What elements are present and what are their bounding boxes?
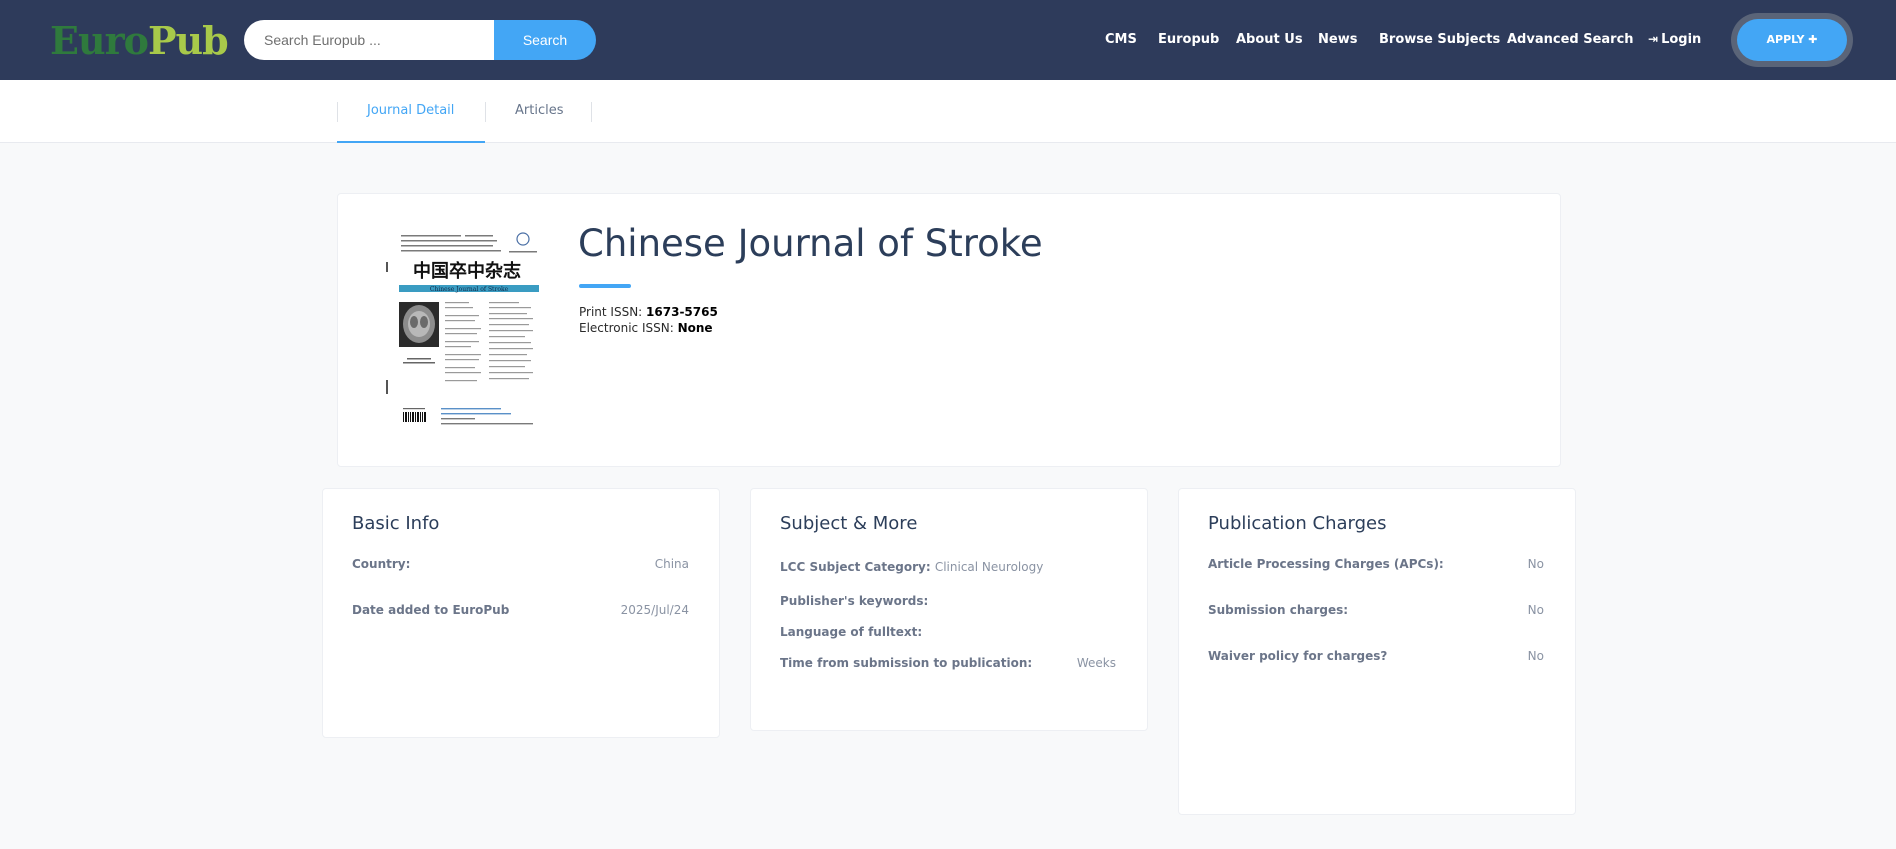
title-underline [579, 284, 631, 288]
submission-time-value: Weeks [1076, 656, 1116, 670]
active-tab-indicator [337, 141, 485, 143]
tab-divider [485, 102, 486, 122]
nav-menu: CMS Europub About Us News Browse Subject… [0, 0, 1896, 80]
tab-divider [591, 102, 592, 122]
lcc-subject-row: LCC Subject Category: Clinical Neurology [780, 560, 1043, 574]
subject-title: Subject & More [780, 513, 918, 534]
submission-charges-label: Submission charges: [1208, 603, 1349, 617]
tab-articles[interactable]: Articles [515, 80, 563, 143]
nav-about-us[interactable]: About Us [1236, 32, 1303, 47]
submission-time-label: Time from submission to publication: [780, 656, 1033, 670]
basic-info-title: Basic Info [352, 513, 440, 534]
lcc-subject-label: LCC Subject Category: [780, 560, 931, 574]
cover-title-cn: 中国卒中杂志 [413, 260, 521, 282]
language-label: Language of fulltext: [780, 625, 923, 639]
apc-label: Article Processing Charges (APCs): [1208, 557, 1444, 571]
nav-cms[interactable]: CMS [1105, 32, 1137, 47]
country-label: Country: [352, 557, 411, 571]
nav-login[interactable]: ⇥ Login [1648, 32, 1701, 47]
tab-journal-detail[interactable]: Journal Detail [367, 80, 454, 143]
print-issn-value: 1673-5765 [646, 305, 718, 319]
apc-value: No [1527, 557, 1544, 571]
journal-tabs: Journal Detail Articles [0, 80, 1896, 143]
print-issn-label: Print ISSN: [579, 305, 643, 319]
tab-divider [337, 102, 338, 122]
journal-title: Chinese Journal of Stroke [578, 222, 1043, 265]
waiver-policy-value: No [1527, 649, 1544, 663]
electronic-issn-label: Electronic ISSN: [579, 321, 674, 335]
electronic-issn: Electronic ISSN: None [579, 321, 713, 335]
plus-icon: ✚ [1808, 33, 1818, 46]
nav-europub[interactable]: Europub [1158, 32, 1219, 47]
cover-title-en: Chinese Journal of Stroke [430, 286, 509, 293]
date-added-label: Date added to EuroPub [352, 603, 510, 617]
submission-charges-value: No [1527, 603, 1544, 617]
nav-advanced-search[interactable]: Advanced Search [1507, 32, 1634, 47]
country-value: China [654, 557, 689, 571]
lcc-subject-value[interactable]: Clinical Neurology [935, 560, 1043, 574]
date-added-value: 2025/Jul/24 [620, 603, 689, 617]
journal-cover-image: 中国卒中杂志 Chinese Journal of Stroke [385, 222, 549, 435]
top-navbar: EuroPub Search CMS Europub About Us News… [0, 0, 1896, 80]
electronic-issn-value: None [677, 321, 713, 335]
apply-label: APPLY [1766, 33, 1805, 46]
sign-in-icon: ⇥ [1648, 32, 1659, 46]
apply-button[interactable]: APPLY ✚ [1737, 19, 1847, 61]
charges-title: Publication Charges [1208, 513, 1387, 534]
nav-browse-subjects[interactable]: Browse Subjects [1379, 32, 1500, 47]
publisher-keywords-label: Publisher's keywords: [780, 594, 929, 608]
nav-news[interactable]: News [1318, 32, 1357, 47]
login-label: Login [1661, 32, 1702, 47]
print-issn: Print ISSN: 1673-5765 [579, 305, 718, 319]
waiver-policy-label: Waiver policy for charges? [1208, 649, 1388, 663]
